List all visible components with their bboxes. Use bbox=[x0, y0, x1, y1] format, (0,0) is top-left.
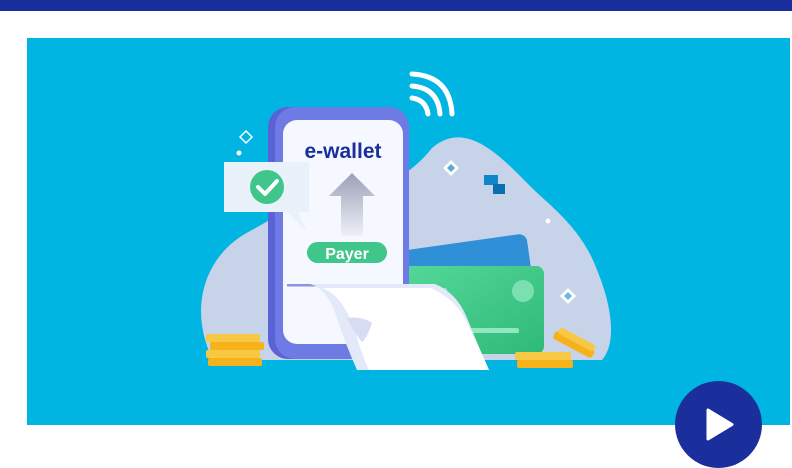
hero-banner: e-wallet Payer bbox=[27, 38, 790, 425]
wifi-icon bbox=[409, 71, 455, 117]
top-bar bbox=[0, 0, 792, 11]
e-wallet-title: e-wallet bbox=[304, 140, 381, 163]
play-icon bbox=[706, 408, 734, 441]
play-button[interactable] bbox=[675, 381, 762, 468]
coins-icon bbox=[206, 334, 264, 366]
e-wallet-illustration: e-wallet Payer bbox=[201, 71, 612, 370]
payer-label: Payer bbox=[325, 246, 369, 263]
